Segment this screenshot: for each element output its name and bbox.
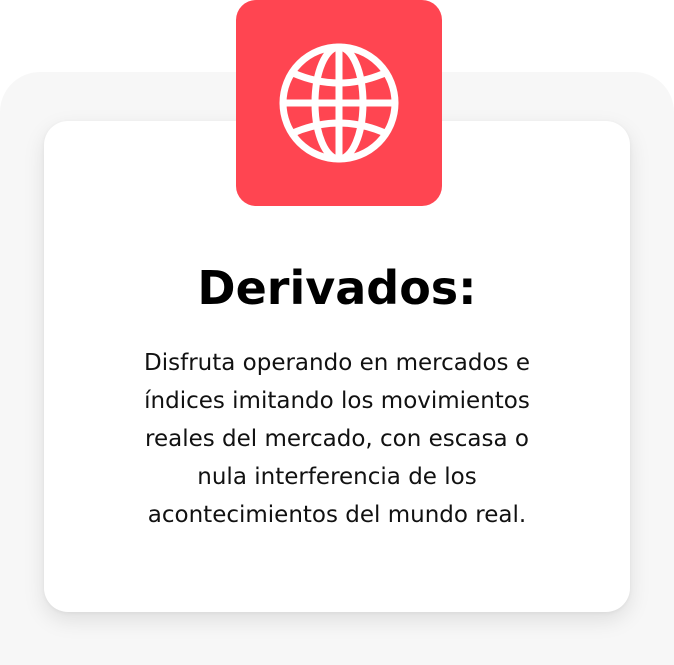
feature-section: Derivados: Disfruta operando en mercados… [0, 0, 674, 665]
globe-icon [279, 43, 399, 163]
description-line: Disfruta operando en mercados e [144, 350, 530, 376]
feature-description: Disfruta operando en mercados e índices … [110, 344, 564, 534]
description-line: acontecimientos del mundo real. [147, 502, 527, 528]
description-line: nula interferencia de los [197, 464, 477, 490]
icon-tile [236, 0, 442, 206]
description-line: índices imitando los movimientos [144, 388, 530, 414]
description-line: reales del mercado, con escasa o [145, 426, 529, 452]
feature-title: Derivados: [197, 261, 477, 315]
